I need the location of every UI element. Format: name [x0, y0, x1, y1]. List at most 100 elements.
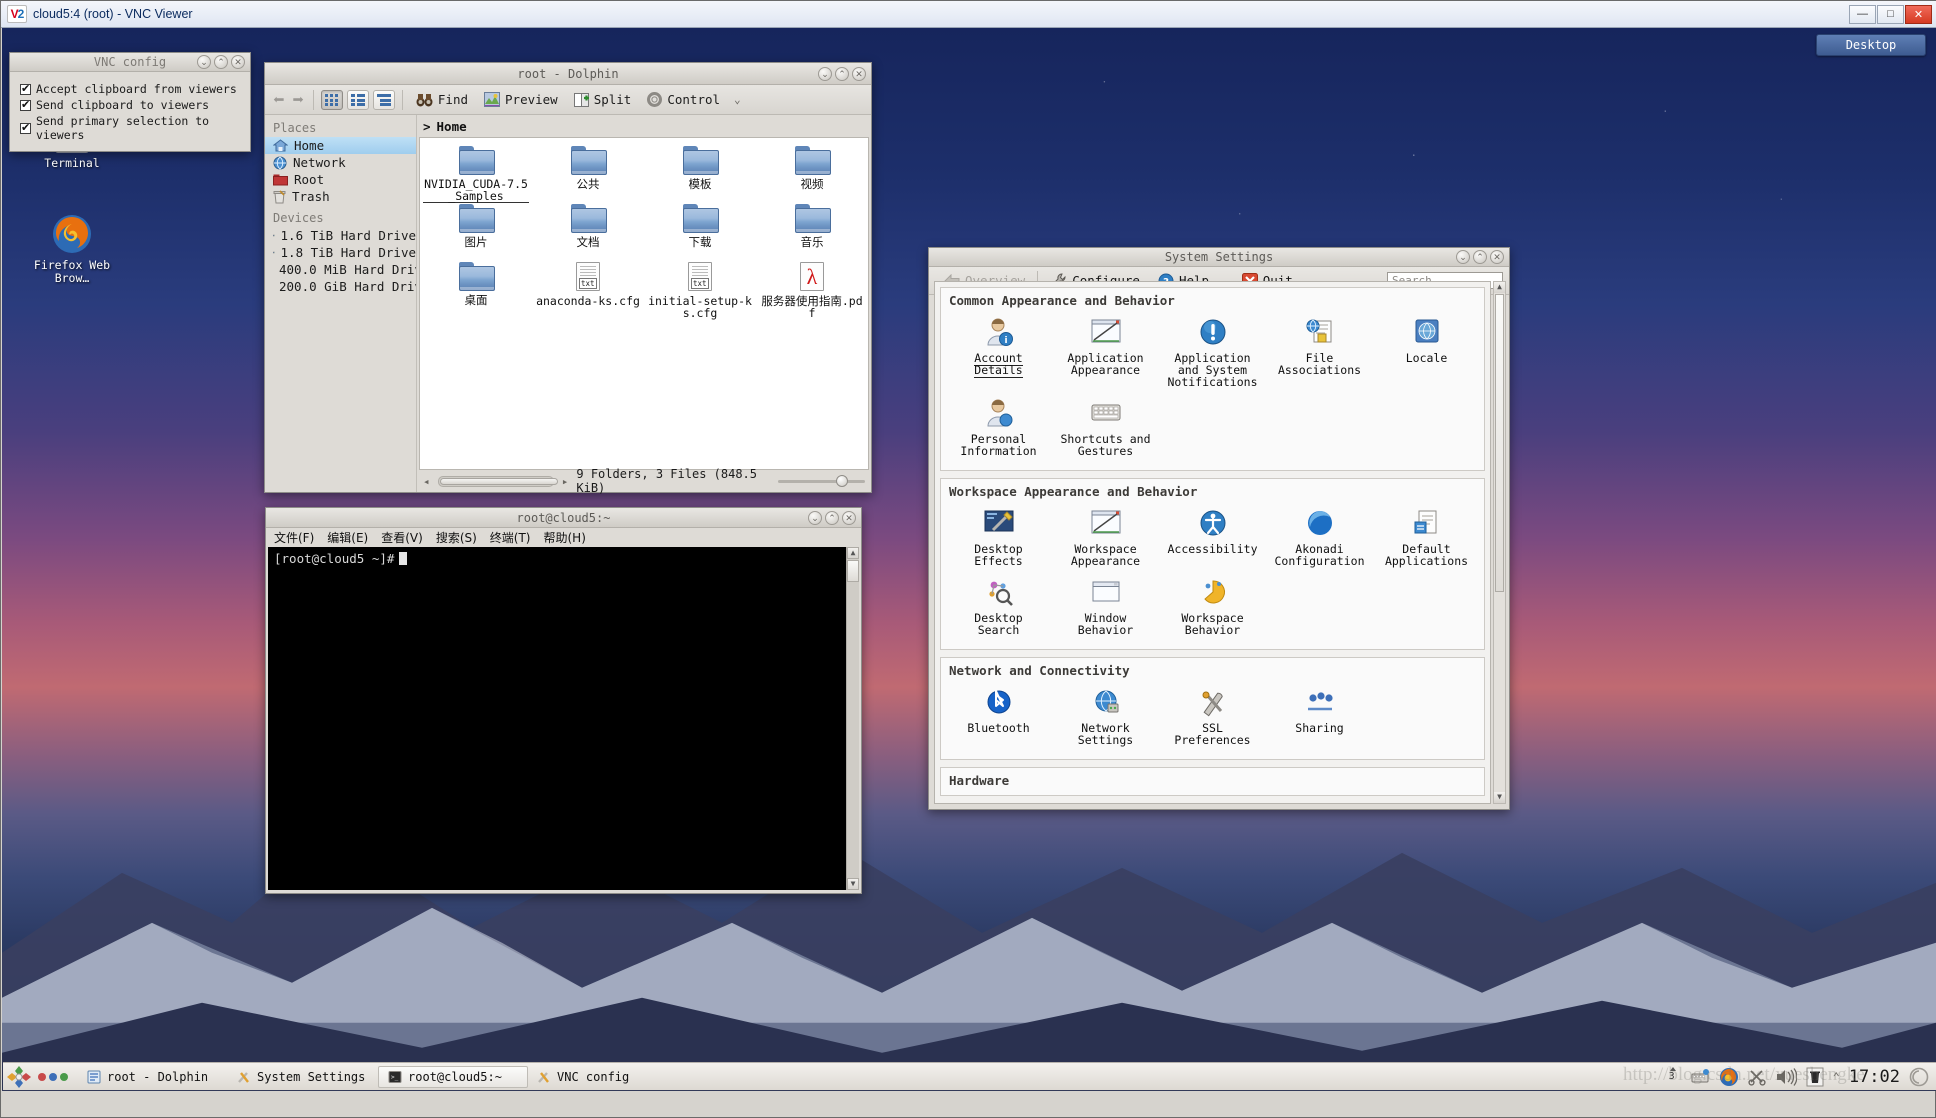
view-icons-button[interactable]	[321, 90, 343, 110]
scrollbar-thumb[interactable]	[1495, 294, 1504, 592]
file-item[interactable]: 图片	[420, 204, 532, 262]
places-item-home[interactable]: Home	[265, 137, 416, 154]
menu-help[interactable]: 帮助(H)	[544, 529, 586, 546]
activity-switcher[interactable]	[38, 1073, 68, 1081]
settings-item-file-associations[interactable]: File Associations	[1266, 313, 1373, 394]
tray-badge[interactable]: 3	[1665, 1066, 1681, 1088]
settings-item-locale[interactable]: Locale	[1373, 313, 1480, 394]
settings-item-ssl-preferences[interactable]: SSL Preferences	[1159, 683, 1266, 752]
file-item[interactable]: NVIDIA_CUDA-7.5_Samples	[420, 146, 532, 204]
vnc-config-window[interactable]: VNC config ⌄ ⌃ ✕ Accept clipboard from v…	[9, 52, 251, 152]
settings-item-sharing[interactable]: Sharing	[1266, 683, 1373, 752]
control-button[interactable]: Control	[641, 89, 726, 110]
horizontal-scrollbar[interactable]	[438, 476, 554, 487]
checkbox-send-primary-selection[interactable]: Send primary selection to viewers	[10, 113, 250, 143]
settings-item-desktop-search[interactable]: Desktop Search	[945, 573, 1052, 642]
find-button[interactable]: Find	[410, 89, 474, 110]
terminal-output[interactable]: [root@cloud5 ~]#	[268, 547, 859, 890]
settings-item-window-behavior[interactable]: Window Behavior	[1052, 573, 1159, 642]
vnc-maximize-button[interactable]: □	[1877, 5, 1904, 24]
vnc-minimize-button[interactable]: —	[1849, 5, 1876, 24]
view-compact-button[interactable]	[347, 90, 369, 110]
konsole-window[interactable]: root@cloud5:~ ⌄ ⌃ ✕ 文件(F) 编辑(E) 查看(V) 搜索…	[265, 507, 862, 894]
activity-dot-blue[interactable]	[49, 1073, 57, 1081]
system-settings-scrollbar[interactable]: ▲ ▼	[1493, 281, 1506, 804]
split-button[interactable]: Split	[568, 89, 638, 110]
zoom-slider[interactable]	[778, 475, 865, 487]
close-button[interactable]: ✕	[852, 67, 866, 81]
taskbar-item-dolphin[interactable]: root - Dolphin	[78, 1066, 228, 1088]
breadcrumb-path[interactable]: Home	[437, 119, 467, 134]
terminal-scrollbar[interactable]: ▲ ▼	[846, 547, 859, 890]
menu-search[interactable]: 搜索(S)	[436, 529, 477, 546]
shade-button[interactable]: ⌄	[1456, 250, 1470, 264]
lock-screen-icon[interactable]	[1909, 1067, 1929, 1087]
unshade-button[interactable]: ⌃	[825, 511, 839, 525]
scroll-left-arrow[interactable]: ◂	[423, 475, 430, 488]
checkbox-accept-clipboard[interactable]: Accept clipboard from viewers	[10, 81, 250, 97]
places-item-network[interactable]: Network	[265, 154, 416, 171]
taskbar-item-vnc-config[interactable]: VNC config	[528, 1066, 678, 1088]
close-button[interactable]: ✕	[1490, 250, 1504, 264]
settings-item-network-settings[interactable]: Network Settings	[1052, 683, 1159, 752]
close-button[interactable]: ✕	[231, 55, 245, 69]
taskbar-item-system-settings[interactable]: System Settings	[228, 1066, 378, 1088]
checkbox-send-clipboard[interactable]: Send clipboard to viewers	[10, 97, 250, 113]
file-item[interactable]: λ服务器使用指南.pdf	[756, 262, 868, 320]
unshade-button[interactable]: ⌃	[1473, 250, 1487, 264]
back-button[interactable]: ⬅	[271, 91, 286, 109]
scroll-up-arrow[interactable]: ▲	[847, 547, 859, 559]
desktop-icon-firefox[interactable]: Firefox Web Brow…	[24, 213, 120, 285]
checkbox-icon[interactable]	[20, 100, 31, 111]
device-item[interactable]: 400.0 MiB Hard Drive	[265, 261, 416, 278]
file-item[interactable]: 音乐	[756, 204, 868, 262]
menu-view[interactable]: 查看(V)	[381, 529, 423, 546]
chevron-up-icon[interactable]: ⌃	[1833, 1070, 1840, 1084]
checkbox-icon[interactable]	[20, 123, 31, 134]
file-item[interactable]: 下载	[644, 204, 756, 262]
file-item[interactable]: 模板	[644, 146, 756, 204]
menu-terminal[interactable]: 终端(T)	[490, 529, 531, 546]
settings-item-akonadi[interactable]: Akonadi Configuration	[1266, 504, 1373, 573]
forward-button[interactable]: ➡	[290, 91, 305, 109]
scissors-icon[interactable]	[1748, 1068, 1766, 1086]
dolphin-window[interactable]: root - Dolphin ⌄ ⌃ ✕ ⬅ ➡	[264, 62, 872, 493]
file-grid[interactable]: NVIDIA_CUDA-7.5_Samples 公共 模板 视频 图片 文档 下…	[419, 137, 869, 470]
device-item[interactable]: 200.0 GiB Hard Drive	[265, 278, 416, 295]
desktop-area[interactable]: >_ Terminal Firefox Web Brow… Desktop VN…	[2, 28, 1936, 1091]
places-item-trash[interactable]: Trash	[265, 188, 416, 205]
file-item[interactable]: txtinitial-setup-ks.cfg	[644, 262, 756, 320]
show-desktop-button[interactable]: Desktop	[1816, 34, 1926, 56]
places-item-root[interactable]: Root	[265, 171, 416, 188]
klipper-icon[interactable]	[1690, 1068, 1710, 1086]
file-item[interactable]: 文档	[532, 204, 644, 262]
activity-dot-red[interactable]	[38, 1073, 46, 1081]
shade-button[interactable]: ⌄	[818, 67, 832, 81]
checkbox-icon[interactable]	[20, 84, 31, 95]
shade-button[interactable]: ⌄	[197, 55, 211, 69]
kickoff-menu-button[interactable]	[6, 1065, 32, 1089]
scroll-up-arrow[interactable]: ▲	[1494, 282, 1505, 293]
file-item[interactable]: txtanaconda-ks.cfg	[532, 262, 644, 320]
breadcrumb[interactable]: > Home	[417, 115, 871, 137]
scrollbar-thumb[interactable]	[847, 560, 859, 582]
close-button[interactable]: ✕	[842, 511, 856, 525]
settings-item-personal-information[interactable]: Personal Information	[945, 394, 1052, 463]
settings-item-accessibility[interactable]: Accessibility	[1159, 504, 1266, 573]
scroll-down-arrow[interactable]: ▼	[847, 878, 859, 890]
settings-item-workspace-appearance[interactable]: Workspace Appearance	[1052, 504, 1159, 573]
file-item[interactable]: 公共	[532, 146, 644, 204]
settings-item-bluetooth[interactable]: Bluetooth	[945, 683, 1052, 752]
settings-item-shortcuts-gestures[interactable]: Shortcuts and Gestures	[1052, 394, 1159, 463]
taskbar-item-konsole[interactable]: >_ root@cloud5:~	[378, 1066, 528, 1088]
unshade-button[interactable]: ⌃	[835, 67, 849, 81]
menu-file[interactable]: 文件(F)	[274, 529, 314, 546]
toolbar-overflow-button[interactable]: ⌄	[734, 93, 741, 106]
settings-item-workspace-behavior[interactable]: Workspace Behavior	[1159, 573, 1266, 642]
activity-dot-green[interactable]	[60, 1073, 68, 1081]
settings-item-notifications[interactable]: Application and System Notifications	[1159, 313, 1266, 394]
vnc-close-button[interactable]: ✕	[1905, 5, 1932, 24]
file-item[interactable]: 桌面	[420, 262, 532, 320]
shade-button[interactable]: ⌄	[808, 511, 822, 525]
device-item[interactable]: 1.8 TiB Hard Drive	[265, 244, 416, 261]
